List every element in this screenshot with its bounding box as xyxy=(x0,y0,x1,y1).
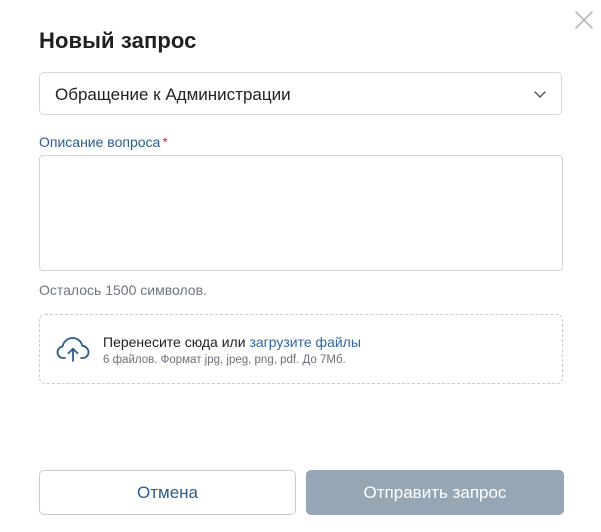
dropzone-prefix: Перенесите сюда или xyxy=(103,334,250,350)
chevron-down-icon xyxy=(534,91,546,98)
cloud-upload-icon xyxy=(56,337,90,362)
dropzone-hint: 6 файлов. Формат jpg, jpeg, png, pdf. До… xyxy=(103,354,346,366)
file-dropzone[interactable]: Перенесите сюда или загрузите файлы 6 фа… xyxy=(39,314,563,384)
close-button[interactable] xyxy=(570,8,596,34)
description-textarea[interactable] xyxy=(39,155,563,271)
description-label-text: Описание вопроса xyxy=(39,134,161,150)
dropzone-text: Перенесите сюда или загрузите файлы xyxy=(103,334,361,350)
dialog-title: Новый запрос xyxy=(39,28,197,53)
required-mark: * xyxy=(162,134,168,150)
cancel-button[interactable]: Отмена xyxy=(39,470,296,515)
request-type-select[interactable]: Обращение к Администрации xyxy=(39,72,562,115)
close-icon xyxy=(575,11,593,29)
upload-files-link[interactable]: загрузите файлы xyxy=(249,334,360,350)
description-label: Описание вопроса * xyxy=(39,134,168,150)
new-request-dialog: Новый запрос Обращение к Администрации О… xyxy=(0,0,601,532)
request-type-value: Обращение к Администрации xyxy=(55,85,291,104)
submit-request-button[interactable]: Отправить запрос xyxy=(306,470,564,515)
character-counter: Осталось 1500 символов. xyxy=(39,282,207,298)
